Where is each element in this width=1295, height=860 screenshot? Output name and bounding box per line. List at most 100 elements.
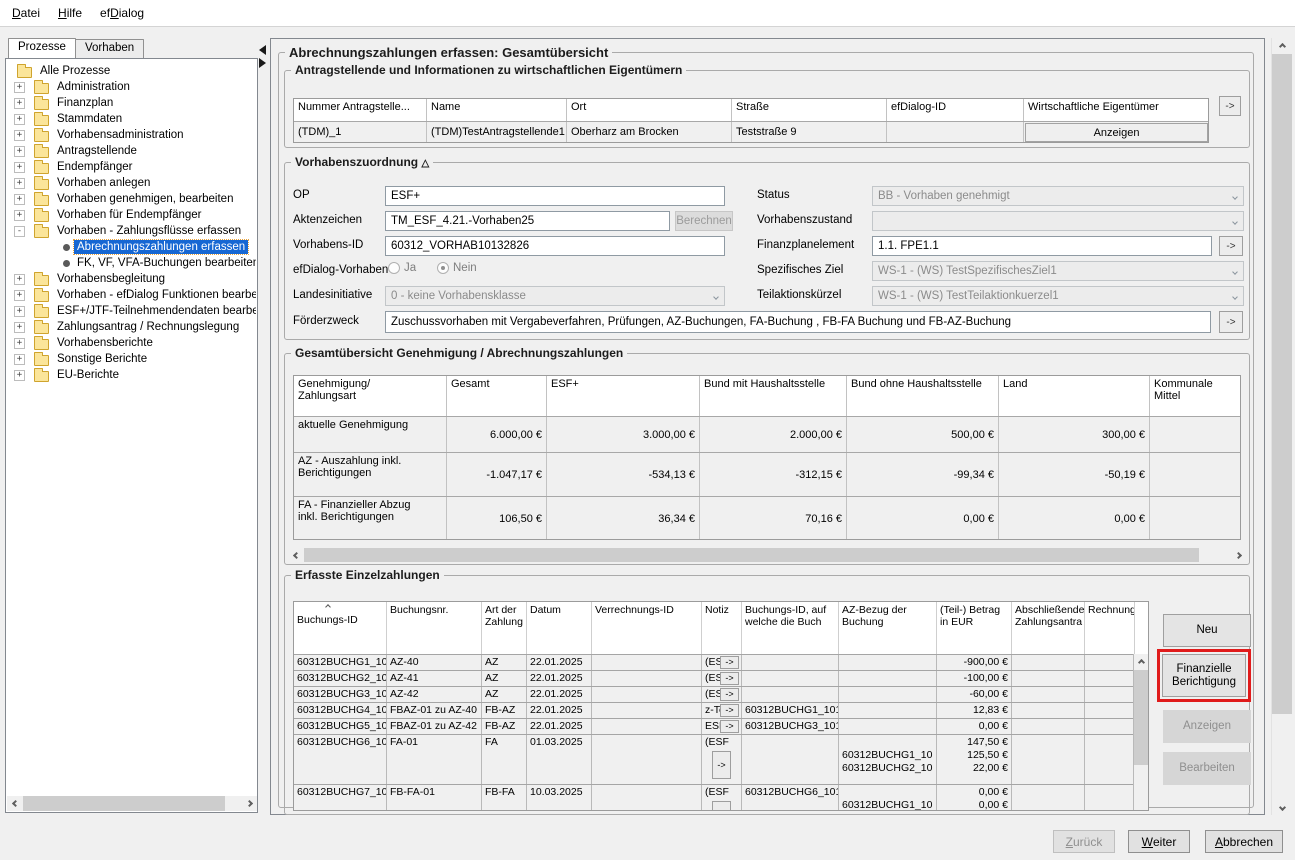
payment-row[interactable]: 60312BUCHG4_1013FBAZ-01 zu AZ-40FB-AZ22.… <box>294 702 1133 718</box>
payment-row[interactable]: 60312BUCHG6_1013FA-01FA01.03.2025(ESF-> … <box>294 734 1133 784</box>
neu-button[interactable]: Neu <box>1163 614 1251 647</box>
tree-item-label: Vorhaben genehmigen, bearbeiten <box>54 192 236 206</box>
expand-icon[interactable]: + <box>14 98 25 109</box>
scroll-up-icon[interactable] <box>1272 38 1292 54</box>
payment-row[interactable]: 60312BUCHG1_1013AZ-40AZ22.01.2025(ESF->-… <box>294 654 1133 670</box>
notiz-cell: (ESF-> <box>702 785 742 811</box>
notiz-goto-button[interactable]: -> <box>712 801 731 811</box>
expand-icon[interactable]: + <box>14 354 25 365</box>
expand-icon[interactable]: + <box>14 194 25 205</box>
abbrechen-button[interactable]: Abbrechen <box>1205 830 1283 853</box>
scroll-right-icon[interactable] <box>1230 548 1246 562</box>
overview-horizontal-scrollbar[interactable] <box>288 548 1246 562</box>
menu-item-hilfe[interactable]: Hilfe <box>49 1 91 25</box>
overview-row[interactable]: FA - Finanzieller Abzug inkl. Berichtigu… <box>294 496 1240 540</box>
tree-item[interactable]: Abrechnungszahlungen erfassen <box>7 239 256 255</box>
scroll-left-icon[interactable] <box>288 548 304 562</box>
tree-item[interactable]: +Vorhabensadministration <box>7 127 256 143</box>
expand-icon[interactable]: + <box>14 338 25 349</box>
menu-item-efdialog[interactable]: efDialog <box>91 1 153 25</box>
payment-row[interactable]: 60312BUCHG2_1013AZ-41AZ22.01.2025(ESF->-… <box>294 670 1133 686</box>
tab-prozesse[interactable]: Prozesse <box>8 38 76 58</box>
notiz-goto-button[interactable]: -> <box>712 751 731 779</box>
expand-icon[interactable]: + <box>14 162 25 173</box>
expand-icon[interactable]: + <box>14 370 25 381</box>
expand-icon[interactable]: + <box>14 130 25 141</box>
tab-vorhaben[interactable]: Vorhaben <box>75 39 144 58</box>
expand-icon[interactable]: + <box>14 290 25 301</box>
payment-cell: FA <box>482 735 527 784</box>
sidebar-horizontal-scrollbar[interactable] <box>7 796 257 811</box>
applicants-data-row[interactable]: (TDM)_1(TDM)TestAntragstellende1Oberharz… <box>294 121 1208 143</box>
tree-item[interactable]: +Sonstige Berichte <box>7 351 256 367</box>
weiter-button[interactable]: Weiter <box>1128 830 1190 853</box>
payment-row[interactable]: 60312BUCHG5_1013FBAZ-01 zu AZ-42FB-AZ22.… <box>294 718 1133 734</box>
notiz-goto-button[interactable]: -> <box>720 720 739 733</box>
expand-icon[interactable]: + <box>14 114 25 125</box>
finanzielle-berichtigung-button[interactable]: Finanzielle Berichtigung <box>1162 654 1246 697</box>
collapse-left-icon[interactable] <box>259 45 266 55</box>
payment-row[interactable]: 60312BUCHG7_1013FB-FA-01FB-FA10.03.2025(… <box>294 784 1133 811</box>
tree-item[interactable]: -Vorhaben - Zahlungsflüsse erfassen <box>7 223 256 239</box>
column-header: Name <box>427 99 567 121</box>
overview-header-row: Genehmigung/ ZahlungsartGesamtESF+Bund m… <box>294 376 1240 416</box>
foerderzweck-goto-button[interactable]: -> <box>1219 311 1243 333</box>
scroll-thumb[interactable] <box>304 548 1199 562</box>
overview-row[interactable]: aktuelle Genehmigung6.000,00 €3.000,00 €… <box>294 416 1240 452</box>
scroll-thumb[interactable] <box>1134 670 1148 765</box>
expand-icon[interactable]: + <box>14 178 25 189</box>
overview-row[interactable]: AZ - Auszahlung inkl. Berichtigungen-1.0… <box>294 452 1240 496</box>
tree-item[interactable]: +EU-Berichte <box>7 367 256 383</box>
notiz-goto-button[interactable]: -> <box>720 688 739 701</box>
finanzplanelement-field[interactable]: 1.1. FPE1.1 <box>872 236 1212 256</box>
scroll-thumb[interactable] <box>23 796 225 811</box>
column-header: Rechnung <box>1085 602 1135 654</box>
tree-item[interactable]: + Vorhaben genehmigen, bearbeiten <box>7 191 256 207</box>
tree-item[interactable]: Alle Prozesse <box>7 63 256 79</box>
tree-item[interactable]: +Vorhabensbegleitung <box>7 271 256 287</box>
tree-item[interactable]: +Vorhaben für Endempfänger <box>7 207 256 223</box>
tree-item[interactable]: +Vorhabensberichte <box>7 335 256 351</box>
tree-item[interactable]: FK, VF, VFA-Buchungen bearbeiten <box>7 255 256 271</box>
tree-item[interactable]: +Zahlungsantrag / Rechnungslegung <box>7 319 256 335</box>
expand-icon[interactable]: + <box>14 82 25 93</box>
notiz-goto-button[interactable]: -> <box>720 704 739 717</box>
payments-vertical-scrollbar[interactable] <box>1133 654 1148 810</box>
tree-item[interactable]: +Stammdaten <box>7 111 256 127</box>
notiz-goto-button[interactable]: -> <box>720 672 739 685</box>
expand-icon[interactable]: + <box>14 306 25 317</box>
tree-item[interactable]: +Administration <box>7 79 256 95</box>
vorhabens-id-field[interactable]: 60312_VORHAB10132826 <box>385 236 725 256</box>
tree-item[interactable]: +Vorhaben - efDialog Funktionen bearbeit… <box>7 287 256 303</box>
expand-icon[interactable]: + <box>14 322 25 333</box>
tree-item[interactable]: +Vorhaben anlegen <box>7 175 256 191</box>
expand-icon[interactable]: + <box>14 210 25 221</box>
anzeigen-eigentuemer-button[interactable]: Anzeigen <box>1025 123 1208 142</box>
expand-icon[interactable]: + <box>14 274 25 285</box>
finanzplanelement-goto-button[interactable]: -> <box>1219 236 1243 256</box>
scroll-down-icon[interactable] <box>1272 799 1292 815</box>
notiz-goto-button[interactable]: -> <box>720 656 739 669</box>
payment-row[interactable]: 60312BUCHG3_1013AZ-42AZ22.01.2025(ESF->-… <box>294 686 1133 702</box>
amount-cell: -99,34 € <box>847 453 999 496</box>
main-vertical-scrollbar[interactable] <box>1271 38 1292 815</box>
scroll-thumb[interactable] <box>1272 54 1292 714</box>
scroll-left-icon[interactable] <box>7 796 23 811</box>
tree-item[interactable]: +Antragstellende <box>7 143 256 159</box>
splitter-handle[interactable] <box>259 44 268 72</box>
tree-item[interactable]: +Finanzplan <box>7 95 256 111</box>
column-header[interactable]: Buchungs-ID <box>294 602 387 654</box>
foerderzweck-field[interactable]: Zuschussvorhaben mit Vergabeverfahren, P… <box>385 311 1211 333</box>
applicants-goto-button[interactable]: -> <box>1219 96 1241 116</box>
expand-icon[interactable]: + <box>14 146 25 157</box>
scroll-up-icon[interactable] <box>1134 654 1148 670</box>
aktenzeichen-field[interactable]: TM_ESF_4.21.-Vorhaben25 <box>385 211 670 231</box>
scroll-right-icon[interactable] <box>241 796 257 811</box>
tree-item[interactable]: +Endempfänger <box>7 159 256 175</box>
tree-item[interactable]: +ESF+/JTF-Teilnehmendendaten bearbeiten <box>7 303 256 319</box>
collapse-icon[interactable]: - <box>14 226 25 237</box>
column-header: Bund ohne Haushaltsstelle <box>847 376 999 416</box>
collapse-right-icon[interactable] <box>259 58 266 68</box>
menu-item-datei[interactable]: Datei <box>3 1 49 25</box>
op-field[interactable]: ESF+ <box>385 186 725 206</box>
